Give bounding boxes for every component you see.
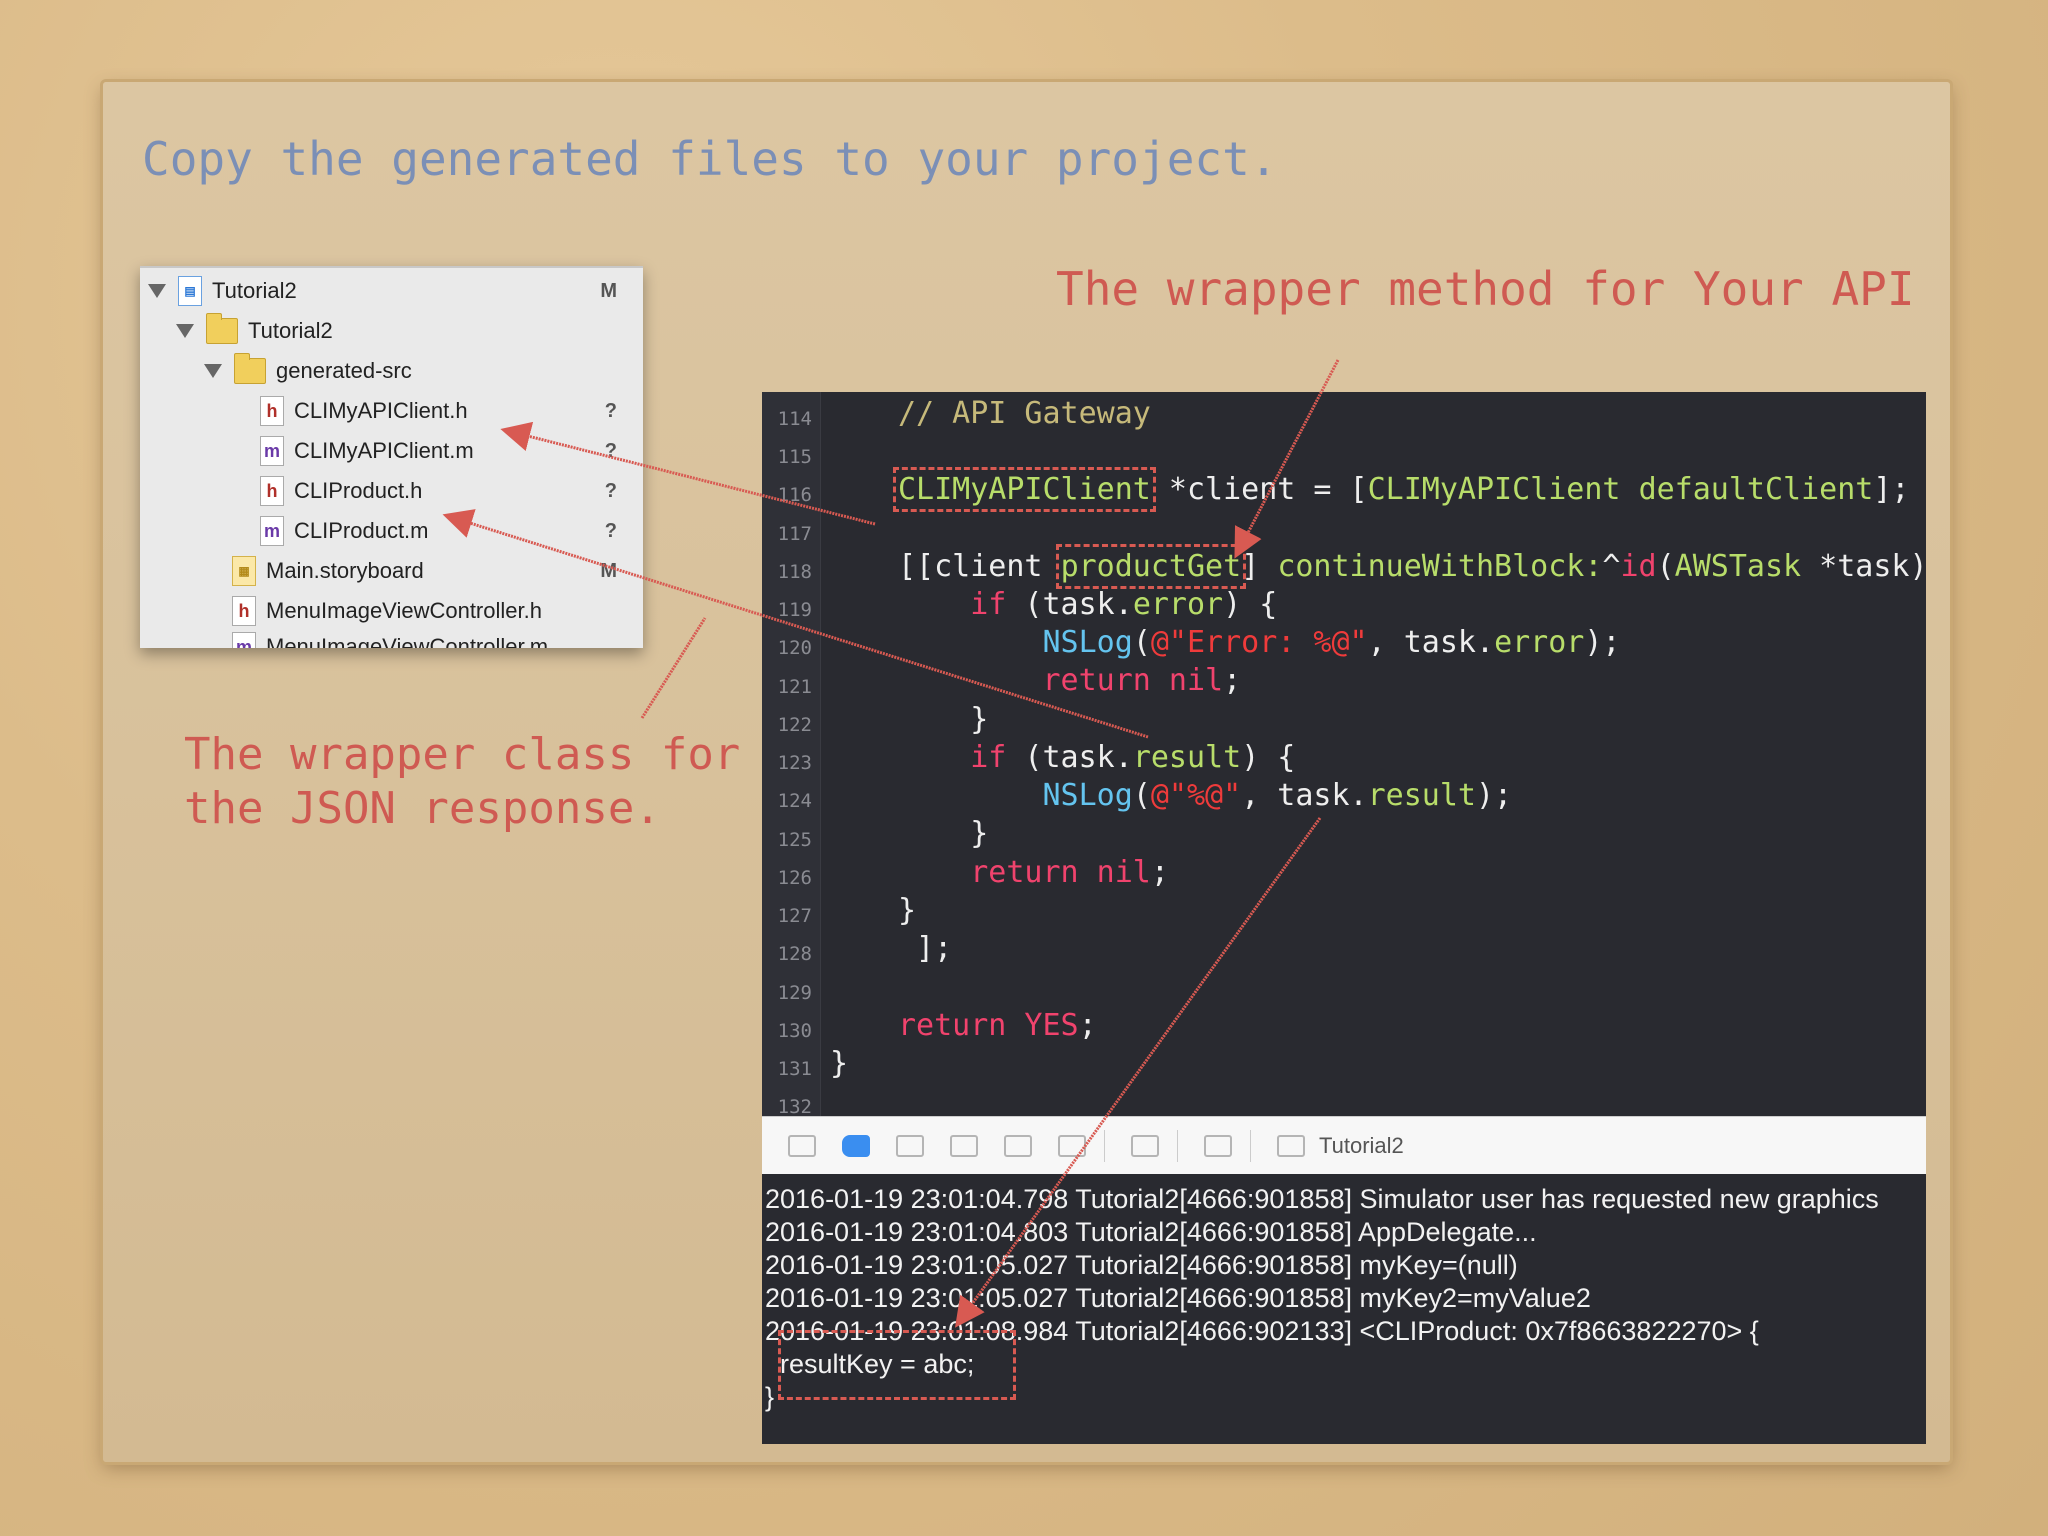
arrow-result-to-console [955, 817, 1322, 1328]
arrow-client-to-header [500, 421, 876, 526]
arrow-class-label [640, 617, 707, 719]
arrow-method-label [1234, 359, 1340, 559]
arrow-result-to-product [442, 509, 1149, 739]
annotation-arrows [442, 359, 1340, 1328]
